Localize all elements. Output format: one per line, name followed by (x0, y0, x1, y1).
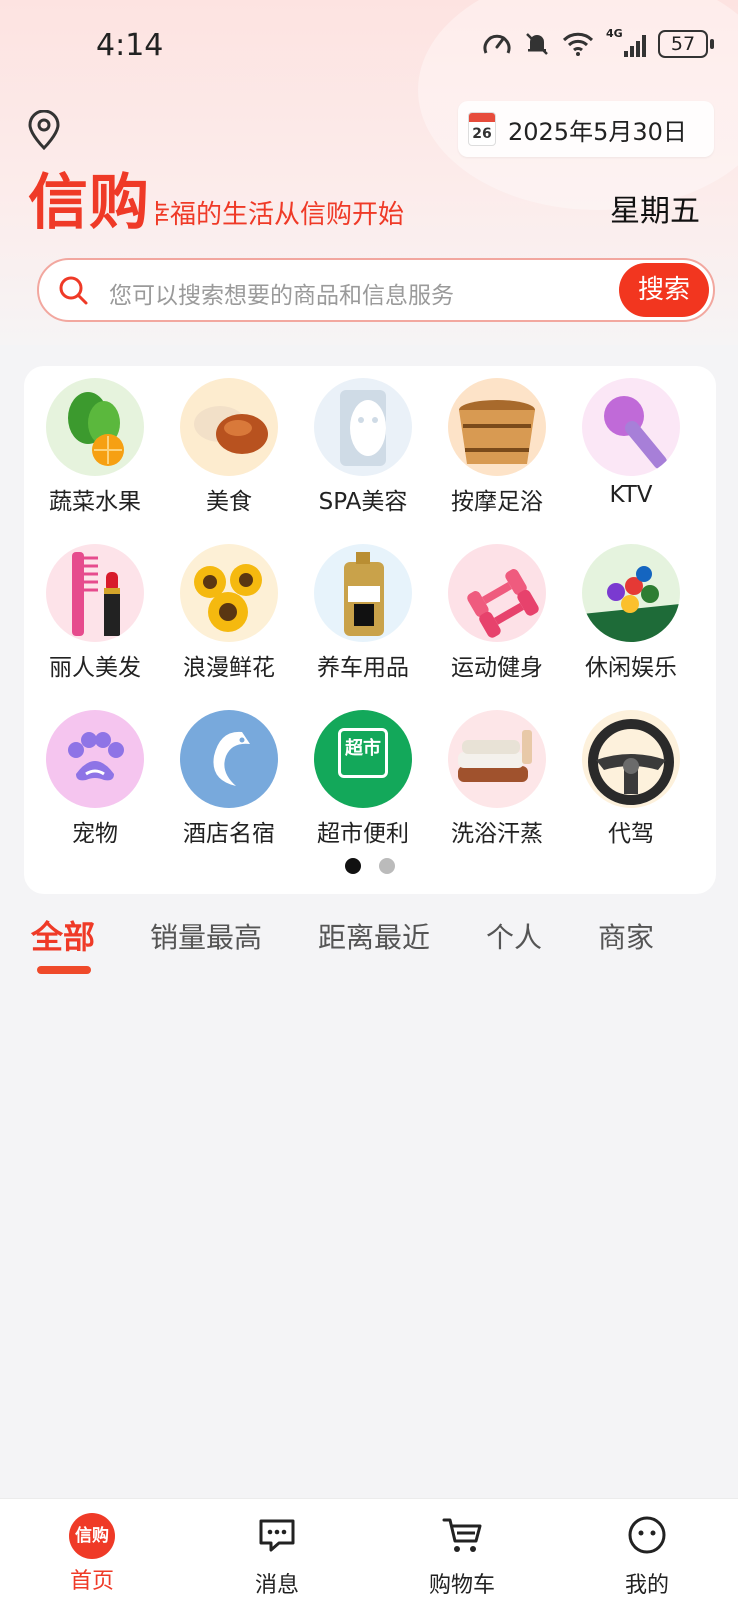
search-button[interactable]: 搜索 (619, 263, 709, 317)
status-icons: 4G 57 (482, 27, 714, 58)
category-item[interactable]: 美食 (169, 378, 289, 516)
search-icon (59, 276, 88, 305)
active-tab-indicator (37, 966, 91, 974)
location-pin-icon[interactable] (26, 110, 62, 150)
category-item[interactable]: 代驾 (571, 710, 691, 848)
speedometer-icon (483, 34, 511, 54)
status-time: 4:14 (96, 28, 164, 63)
category-label: 代驾 (608, 821, 654, 847)
page-dot-2[interactable] (379, 858, 395, 874)
category-label: 美食 (206, 489, 252, 515)
vegetables-fruit-icon (46, 378, 144, 476)
nav-messages-label: 消息 (254, 1573, 299, 1598)
app-logo: 信购 (28, 168, 150, 238)
nav-home-label: 首页 (69, 1569, 114, 1594)
nav-profile-label: 我的 (624, 1573, 669, 1598)
category-item[interactable]: 蔬菜水果 (35, 378, 155, 516)
cart-icon (442, 1518, 482, 1552)
category-item[interactable]: KTV (571, 378, 691, 508)
category-label: SPA美容 (318, 489, 408, 515)
paw-icon (46, 710, 144, 808)
bell-muted-icon (526, 33, 548, 55)
food-icon (180, 378, 278, 476)
motor-oil-icon (314, 544, 412, 642)
supermarket-icon: 超市 (314, 710, 412, 808)
nav-messages[interactable]: 消息 (217, 1513, 337, 1599)
steering-wheel-icon (582, 710, 680, 808)
calendar-icon: 26 (468, 112, 496, 146)
page-indicator (24, 858, 716, 874)
category-label: 酒店名宿 (183, 821, 275, 847)
category-label: 丽人美发 (49, 655, 141, 681)
category-label: 蔬菜水果 (49, 489, 141, 515)
category-item[interactable]: 运动健身 (437, 544, 557, 682)
network-type: 4G (606, 27, 623, 40)
category-item[interactable]: 养车用品 (303, 544, 423, 682)
face-mask-icon (314, 378, 412, 476)
battery-icon: 57 (658, 30, 714, 58)
nav-home[interactable]: 信购 首页 (32, 1513, 152, 1595)
nav-profile[interactable]: 我的 (587, 1513, 707, 1599)
wifi-icon (562, 32, 594, 56)
billiards-icon (582, 544, 680, 642)
weekday: 星期五 (610, 194, 700, 229)
microphone-icon (582, 378, 680, 476)
profile-icon (628, 1516, 666, 1554)
search-bar[interactable]: 您可以搜索想要的商品和信息服务 搜索 (37, 258, 715, 322)
category-item[interactable]: SPA美容 (303, 378, 423, 516)
category-item[interactable]: 洗浴汗蒸 (437, 710, 557, 848)
category-label: KTV (609, 482, 653, 508)
message-icon (259, 1519, 295, 1552)
category-item[interactable]: 超市 超市便利 (303, 710, 423, 848)
dumbbell-icon (448, 544, 546, 642)
category-grid: 蔬菜水果 美食 SPA美容 按摩足浴 KTV 丽人美发 浪漫鲜花 养车用品 运动健身 休闲娱乐宠物… (24, 366, 716, 894)
category-item[interactable]: 酒店名宿 (169, 710, 289, 848)
date-display: 26 2025年5月30日 (458, 101, 714, 157)
tab-nearest[interactable]: 距离最近 (318, 916, 430, 956)
filter-tabs: 全部 销量最高 距离最近 个人 商家 (0, 910, 738, 980)
current-date: 2025年5月30日 (508, 117, 687, 146)
nav-cart[interactable]: 购物车 (402, 1513, 522, 1599)
tab-personal[interactable]: 个人 (486, 916, 542, 956)
comb-lipstick-icon (46, 544, 144, 642)
category-label: 休闲娱乐 (585, 655, 677, 681)
sunflower-icon (180, 544, 278, 642)
category-label: 洗浴汗蒸 (451, 821, 543, 847)
page-dot-1[interactable] (345, 858, 361, 874)
category-label: 宠物 (72, 821, 118, 847)
category-label: 浪漫鲜花 (183, 655, 275, 681)
category-item[interactable]: 丽人美发 (35, 544, 155, 682)
dolphin-icon (180, 710, 278, 808)
towel-icon (448, 710, 546, 808)
category-item[interactable]: 浪漫鲜花 (169, 544, 289, 682)
category-item[interactable]: 按摩足浴 (437, 378, 557, 516)
home-logo-icon: 信购 (69, 1513, 115, 1559)
category-label: 养车用品 (317, 655, 409, 681)
category-item[interactable]: 休闲娱乐 (571, 544, 691, 682)
tab-all[interactable]: 全部 (31, 912, 95, 958)
cellular-signal-icon: 4G (606, 27, 646, 57)
tab-merchant[interactable]: 商家 (598, 916, 654, 956)
supermarket-badge: 超市 (338, 728, 388, 778)
bottom-nav: 信购 首页 消息 购物车 我的 (0, 1498, 738, 1601)
slogan-marquee: 幸福的生活从信购开始 (156, 194, 456, 234)
slogan-text: 幸福的生活从信购开始 (156, 200, 405, 230)
tab-top-sales[interactable]: 销量最高 (150, 916, 262, 956)
search-input[interactable]: 您可以搜索想要的商品和信息服务 (109, 276, 454, 310)
category-label: 运动健身 (451, 655, 543, 681)
category-item[interactable]: 宠物 (35, 710, 155, 848)
category-label: 按摩足浴 (451, 489, 543, 515)
status-bar: 4:14 4G 57 (0, 0, 738, 96)
category-label: 超市便利 (317, 821, 409, 847)
wooden-tub-icon (448, 378, 546, 476)
nav-cart-label: 购物车 (428, 1573, 495, 1598)
